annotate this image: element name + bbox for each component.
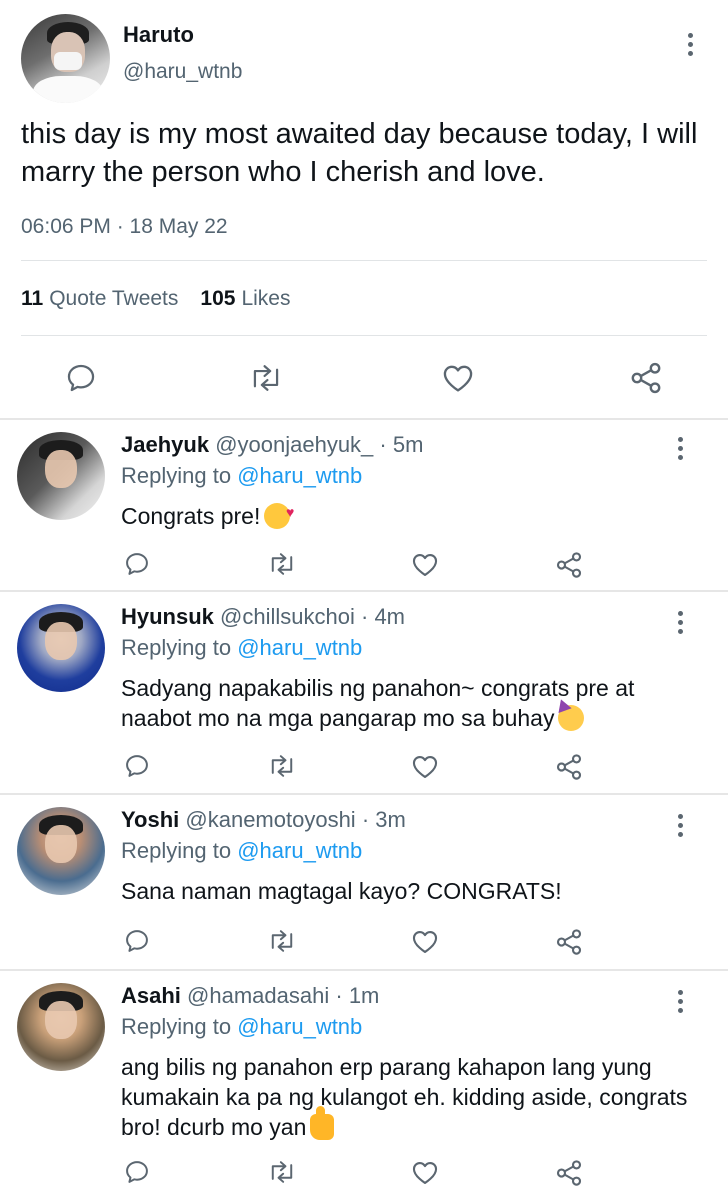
- reply-header: Hyunsuk @chillsukchoi · 4m: [121, 604, 405, 630]
- retweet-icon[interactable]: [267, 753, 297, 779]
- divider: [21, 335, 707, 336]
- replying-to-label: Replying to: [121, 838, 232, 863]
- like-icon[interactable]: [410, 753, 440, 780]
- tweet-text: this day is my most awaited day because …: [21, 118, 698, 188]
- retweet-icon[interactable]: [248, 362, 284, 394]
- reply-author-name[interactable]: Yoshi: [121, 807, 179, 832]
- reply-time: · 5m: [379, 432, 424, 457]
- reply-author-handle[interactable]: @hamadasahi: [187, 983, 329, 1008]
- replying-to: Replying to @haru_wtnb: [121, 1014, 362, 1040]
- more-options-icon[interactable]: [678, 29, 702, 59]
- avatar-mask: [54, 52, 82, 70]
- reply-text-content: ang bilis ng panahon erp parang kahapon …: [121, 1054, 688, 1140]
- retweet-icon[interactable]: [267, 1159, 297, 1185]
- reply-author-name[interactable]: Hyunsuk: [121, 604, 214, 629]
- avatar-shirt: [33, 76, 103, 103]
- reply-text: ang bilis ng panahon erp parang kahapon …: [121, 1052, 701, 1142]
- reply-text: Sadyang napakabilis ng panahon~ congrats…: [121, 673, 701, 733]
- reply-author-name[interactable]: Asahi: [121, 983, 181, 1008]
- smiling-face-with-hearts-emoji: [264, 497, 294, 529]
- quote-label: Quote Tweets: [49, 287, 179, 310]
- quote-count: 11: [21, 287, 44, 310]
- reply-header: Jaehyuk @yoonjaehyuk_ · 5m: [121, 432, 423, 458]
- reply-time: · 1m: [335, 983, 380, 1008]
- replying-to-label: Replying to: [121, 463, 232, 488]
- replying-to-link[interactable]: @haru_wtnb: [237, 838, 362, 863]
- replying-to-link[interactable]: @haru_wtnb: [237, 463, 362, 488]
- reply-author-name[interactable]: Jaehyuk: [121, 432, 209, 457]
- like-icon[interactable]: [440, 362, 476, 394]
- likes-stat[interactable]: 105 Likes: [200, 287, 290, 311]
- reply-author-handle[interactable]: @chillsukchoi: [220, 604, 355, 629]
- avatar-face: [45, 825, 77, 863]
- reply-text: Congrats pre!: [121, 497, 701, 531]
- tweet-stats: 11 Quote Tweets 105 Likes: [21, 287, 290, 311]
- reply-tweet[interactable]: Yoshi @kanemotoyoshi · 3m Replying to @h…: [0, 795, 728, 971]
- reply-time: · 4m: [361, 604, 405, 629]
- replying-to-link[interactable]: @haru_wtnb: [237, 1014, 362, 1039]
- like-icon[interactable]: [410, 1159, 440, 1186]
- more-options-icon[interactable]: [668, 433, 692, 463]
- reply-icon[interactable]: [123, 1158, 151, 1186]
- reply-icon[interactable]: [123, 752, 151, 780]
- more-options-icon[interactable]: [668, 986, 692, 1016]
- divider: [21, 260, 707, 261]
- more-options-icon[interactable]: [668, 810, 692, 840]
- avatar[interactable]: [17, 983, 105, 1071]
- thumbs-up-emoji: [310, 1106, 335, 1140]
- avatar[interactable]: [17, 807, 105, 895]
- share-icon[interactable]: [554, 550, 584, 580]
- share-icon[interactable]: [554, 927, 584, 957]
- replying-to: Replying to @haru_wtnb: [121, 635, 362, 661]
- tweet-timestamp[interactable]: 06:06 PM · 18 May 22: [21, 215, 228, 239]
- reply-text-content: Congrats pre!: [121, 503, 261, 529]
- avatar-face: [45, 1001, 77, 1039]
- reply-header: Yoshi @kanemotoyoshi · 3m: [121, 807, 406, 833]
- quote-tweets-stat[interactable]: 11 Quote Tweets: [21, 287, 178, 311]
- replying-to: Replying to @haru_wtnb: [121, 463, 362, 489]
- reply-author-handle[interactable]: @yoonjaehyuk_: [215, 432, 373, 457]
- more-options-icon[interactable]: [668, 607, 692, 637]
- reply-tweet[interactable]: Hyunsuk @chillsukchoi · 4m Replying to @…: [0, 592, 728, 795]
- retweet-icon[interactable]: [267, 551, 297, 577]
- reply-tweet[interactable]: Asahi @hamadasahi · 1m Replying to @haru…: [0, 971, 728, 1202]
- replying-to-label: Replying to: [121, 635, 232, 660]
- share-icon[interactable]: [628, 360, 664, 396]
- replying-to-link[interactable]: @haru_wtnb: [237, 635, 362, 660]
- main-tweet: Haruto @haru_wtnb this day is my most aw…: [0, 0, 728, 420]
- avatar[interactable]: [17, 432, 105, 520]
- avatar-face: [45, 450, 77, 488]
- reply-icon[interactable]: [123, 927, 151, 955]
- partying-face-emoji: [558, 705, 585, 731]
- author-name[interactable]: Haruto: [123, 22, 194, 48]
- author-handle[interactable]: @haru_wtnb: [123, 60, 242, 84]
- share-icon[interactable]: [554, 1158, 584, 1188]
- avatar-face: [45, 622, 77, 660]
- reply-icon[interactable]: [123, 550, 151, 578]
- avatar[interactable]: [17, 604, 105, 692]
- reply-icon[interactable]: [64, 361, 98, 395]
- reply-tweet[interactable]: Jaehyuk @yoonjaehyuk_ · 5m Replying to @…: [0, 420, 728, 592]
- like-label: Likes: [241, 287, 291, 310]
- reply-text: Sana naman magtagal kayo? CONGRATS!: [121, 878, 562, 904]
- share-icon[interactable]: [554, 752, 584, 782]
- reply-header: Asahi @hamadasahi · 1m: [121, 983, 379, 1009]
- avatar[interactable]: [21, 14, 110, 103]
- replying-to-label: Replying to: [121, 1014, 232, 1039]
- replying-to: Replying to @haru_wtnb: [121, 838, 362, 864]
- like-count: 105: [200, 287, 236, 310]
- reply-time: · 3m: [361, 807, 406, 832]
- like-icon[interactable]: [410, 928, 440, 955]
- like-icon[interactable]: [410, 551, 440, 578]
- reply-author-handle[interactable]: @kanemotoyoshi: [185, 807, 355, 832]
- retweet-icon[interactable]: [267, 928, 297, 954]
